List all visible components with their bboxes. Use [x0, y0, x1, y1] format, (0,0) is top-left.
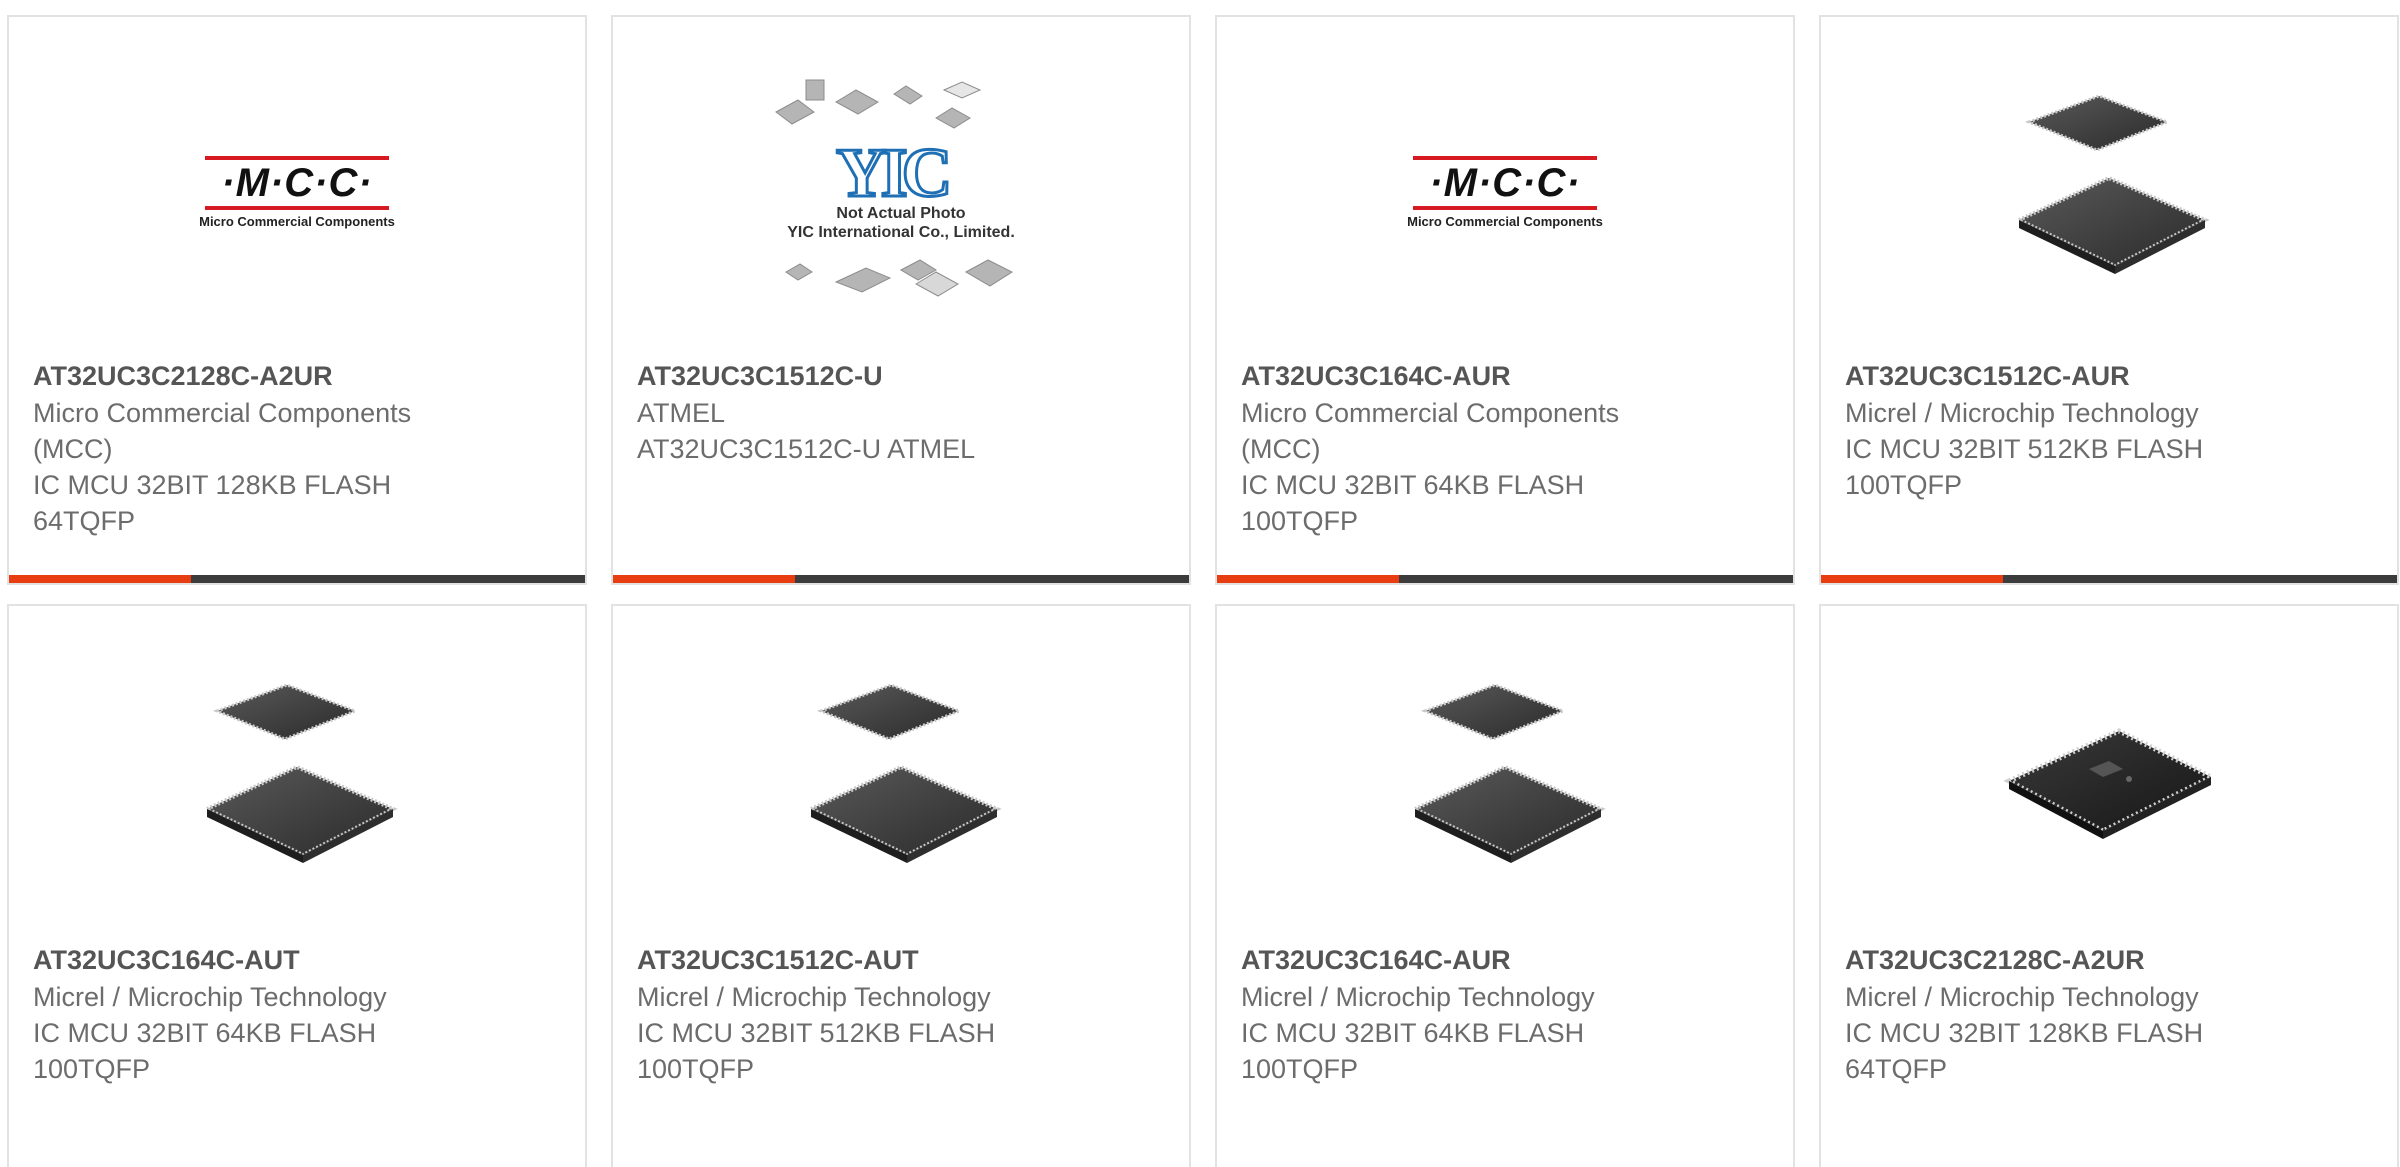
accent-bar: [9, 575, 191, 583]
part-number[interactable]: AT32UC3C2128C-A2UR: [33, 357, 561, 395]
product-card[interactable]: AT32UC3C164C-AUT Micrel / Microchip Tech…: [7, 604, 587, 1167]
part-number[interactable]: AT32UC3C164C-AUR: [1241, 357, 1769, 395]
mcc-logo: ·M·C·C· Micro Commercial Components: [1405, 155, 1605, 229]
tqfp-chip-image: [1410, 683, 1606, 863]
product-description: IC MCU 32BIT 512KB FLASH 100TQFP: [1845, 434, 2204, 500]
product-card[interactable]: ·M·C·C· Micro Commercial Components AT32…: [7, 15, 587, 585]
part-number[interactable]: AT32UC3C164C-AUT: [33, 941, 561, 979]
product-image[interactable]: YIC Not Actual Photo YIC International C…: [761, 77, 1041, 307]
product-description: IC MCU 32BIT 64KB FLASH 100TQFP: [33, 1018, 377, 1084]
manufacturer: Micrel / Microchip Technology: [1241, 982, 1595, 1012]
product-image[interactable]: [1365, 666, 1645, 896]
manufacturer: Micro Commercial Components (MCC): [1241, 398, 1620, 464]
product-image[interactable]: [157, 666, 437, 896]
product-description: IC MCU 32BIT 128KB FLASH 64TQFP: [1845, 1018, 2204, 1084]
part-number[interactable]: AT32UC3C1512C-U: [637, 357, 1165, 395]
product-card[interactable]: YIC Not Actual Photo YIC International C…: [611, 15, 1191, 585]
accent-bar: [1821, 575, 2003, 583]
part-number[interactable]: AT32UC3C2128C-A2UR: [1845, 941, 2373, 979]
product-description: AT32UC3C1512C-U ATMEL: [637, 434, 976, 464]
product-card[interactable]: AT32UC3C1512C-AUT Micrel / Microchip Tec…: [611, 604, 1191, 1167]
tqfp-chip-image: [2014, 94, 2210, 274]
product-image[interactable]: [1969, 666, 2249, 896]
manufacturer: Micro Commercial Components (MCC): [33, 398, 412, 464]
product-image[interactable]: [761, 666, 1041, 896]
product-image[interactable]: ·M·C·C· Micro Commercial Components: [1365, 77, 1645, 307]
product-card[interactable]: AT32UC3C1512C-AUR Micrel / Microchip Tec…: [1819, 15, 2399, 585]
product-image[interactable]: [1969, 77, 2249, 307]
manufacturer: Micrel / Microchip Technology: [637, 982, 991, 1012]
card-bottom-bar: [1217, 575, 1793, 583]
product-grid: ·M·C·C· Micro Commercial Components AT32…: [0, 0, 2400, 1167]
tqfp64-chip-image: [2003, 728, 2217, 839]
mcc-logo: ·M·C·C· Micro Commercial Components: [197, 155, 397, 229]
card-bottom-bar: [9, 575, 585, 583]
yic-placeholder-image: YIC Not Actual Photo YIC International C…: [766, 72, 1036, 312]
card-bottom-bar: [1821, 575, 2397, 583]
accent-bar: [613, 575, 795, 583]
tqfp-chip-image: [806, 683, 1002, 863]
tqfp-chip-image: [202, 683, 398, 863]
manufacturer: Micrel / Microchip Technology: [1845, 982, 2199, 1012]
part-number[interactable]: AT32UC3C164C-AUR: [1241, 941, 1769, 979]
part-number[interactable]: AT32UC3C1512C-AUR: [1845, 357, 2373, 395]
product-card[interactable]: AT32UC3C2128C-A2UR Micrel / Microchip Te…: [1819, 604, 2399, 1167]
product-card[interactable]: AT32UC3C164C-AUR Micrel / Microchip Tech…: [1215, 604, 1795, 1167]
product-image[interactable]: ·M·C·C· Micro Commercial Components: [157, 77, 437, 307]
product-description: IC MCU 32BIT 64KB FLASH 100TQFP: [1241, 470, 1585, 536]
manufacturer: Micrel / Microchip Technology: [1845, 398, 2199, 428]
part-number[interactable]: AT32UC3C1512C-AUT: [637, 941, 1165, 979]
card-bottom-bar: [613, 575, 1189, 583]
product-description: IC MCU 32BIT 128KB FLASH 64TQFP: [33, 470, 392, 536]
product-description: IC MCU 32BIT 64KB FLASH 100TQFP: [1241, 1018, 1585, 1084]
manufacturer: Micrel / Microchip Technology: [33, 982, 387, 1012]
accent-bar: [1217, 575, 1399, 583]
product-description: IC MCU 32BIT 512KB FLASH 100TQFP: [637, 1018, 996, 1084]
manufacturer: ATMEL: [637, 398, 726, 428]
product-card[interactable]: ·M·C·C· Micro Commercial Components AT32…: [1215, 15, 1795, 585]
